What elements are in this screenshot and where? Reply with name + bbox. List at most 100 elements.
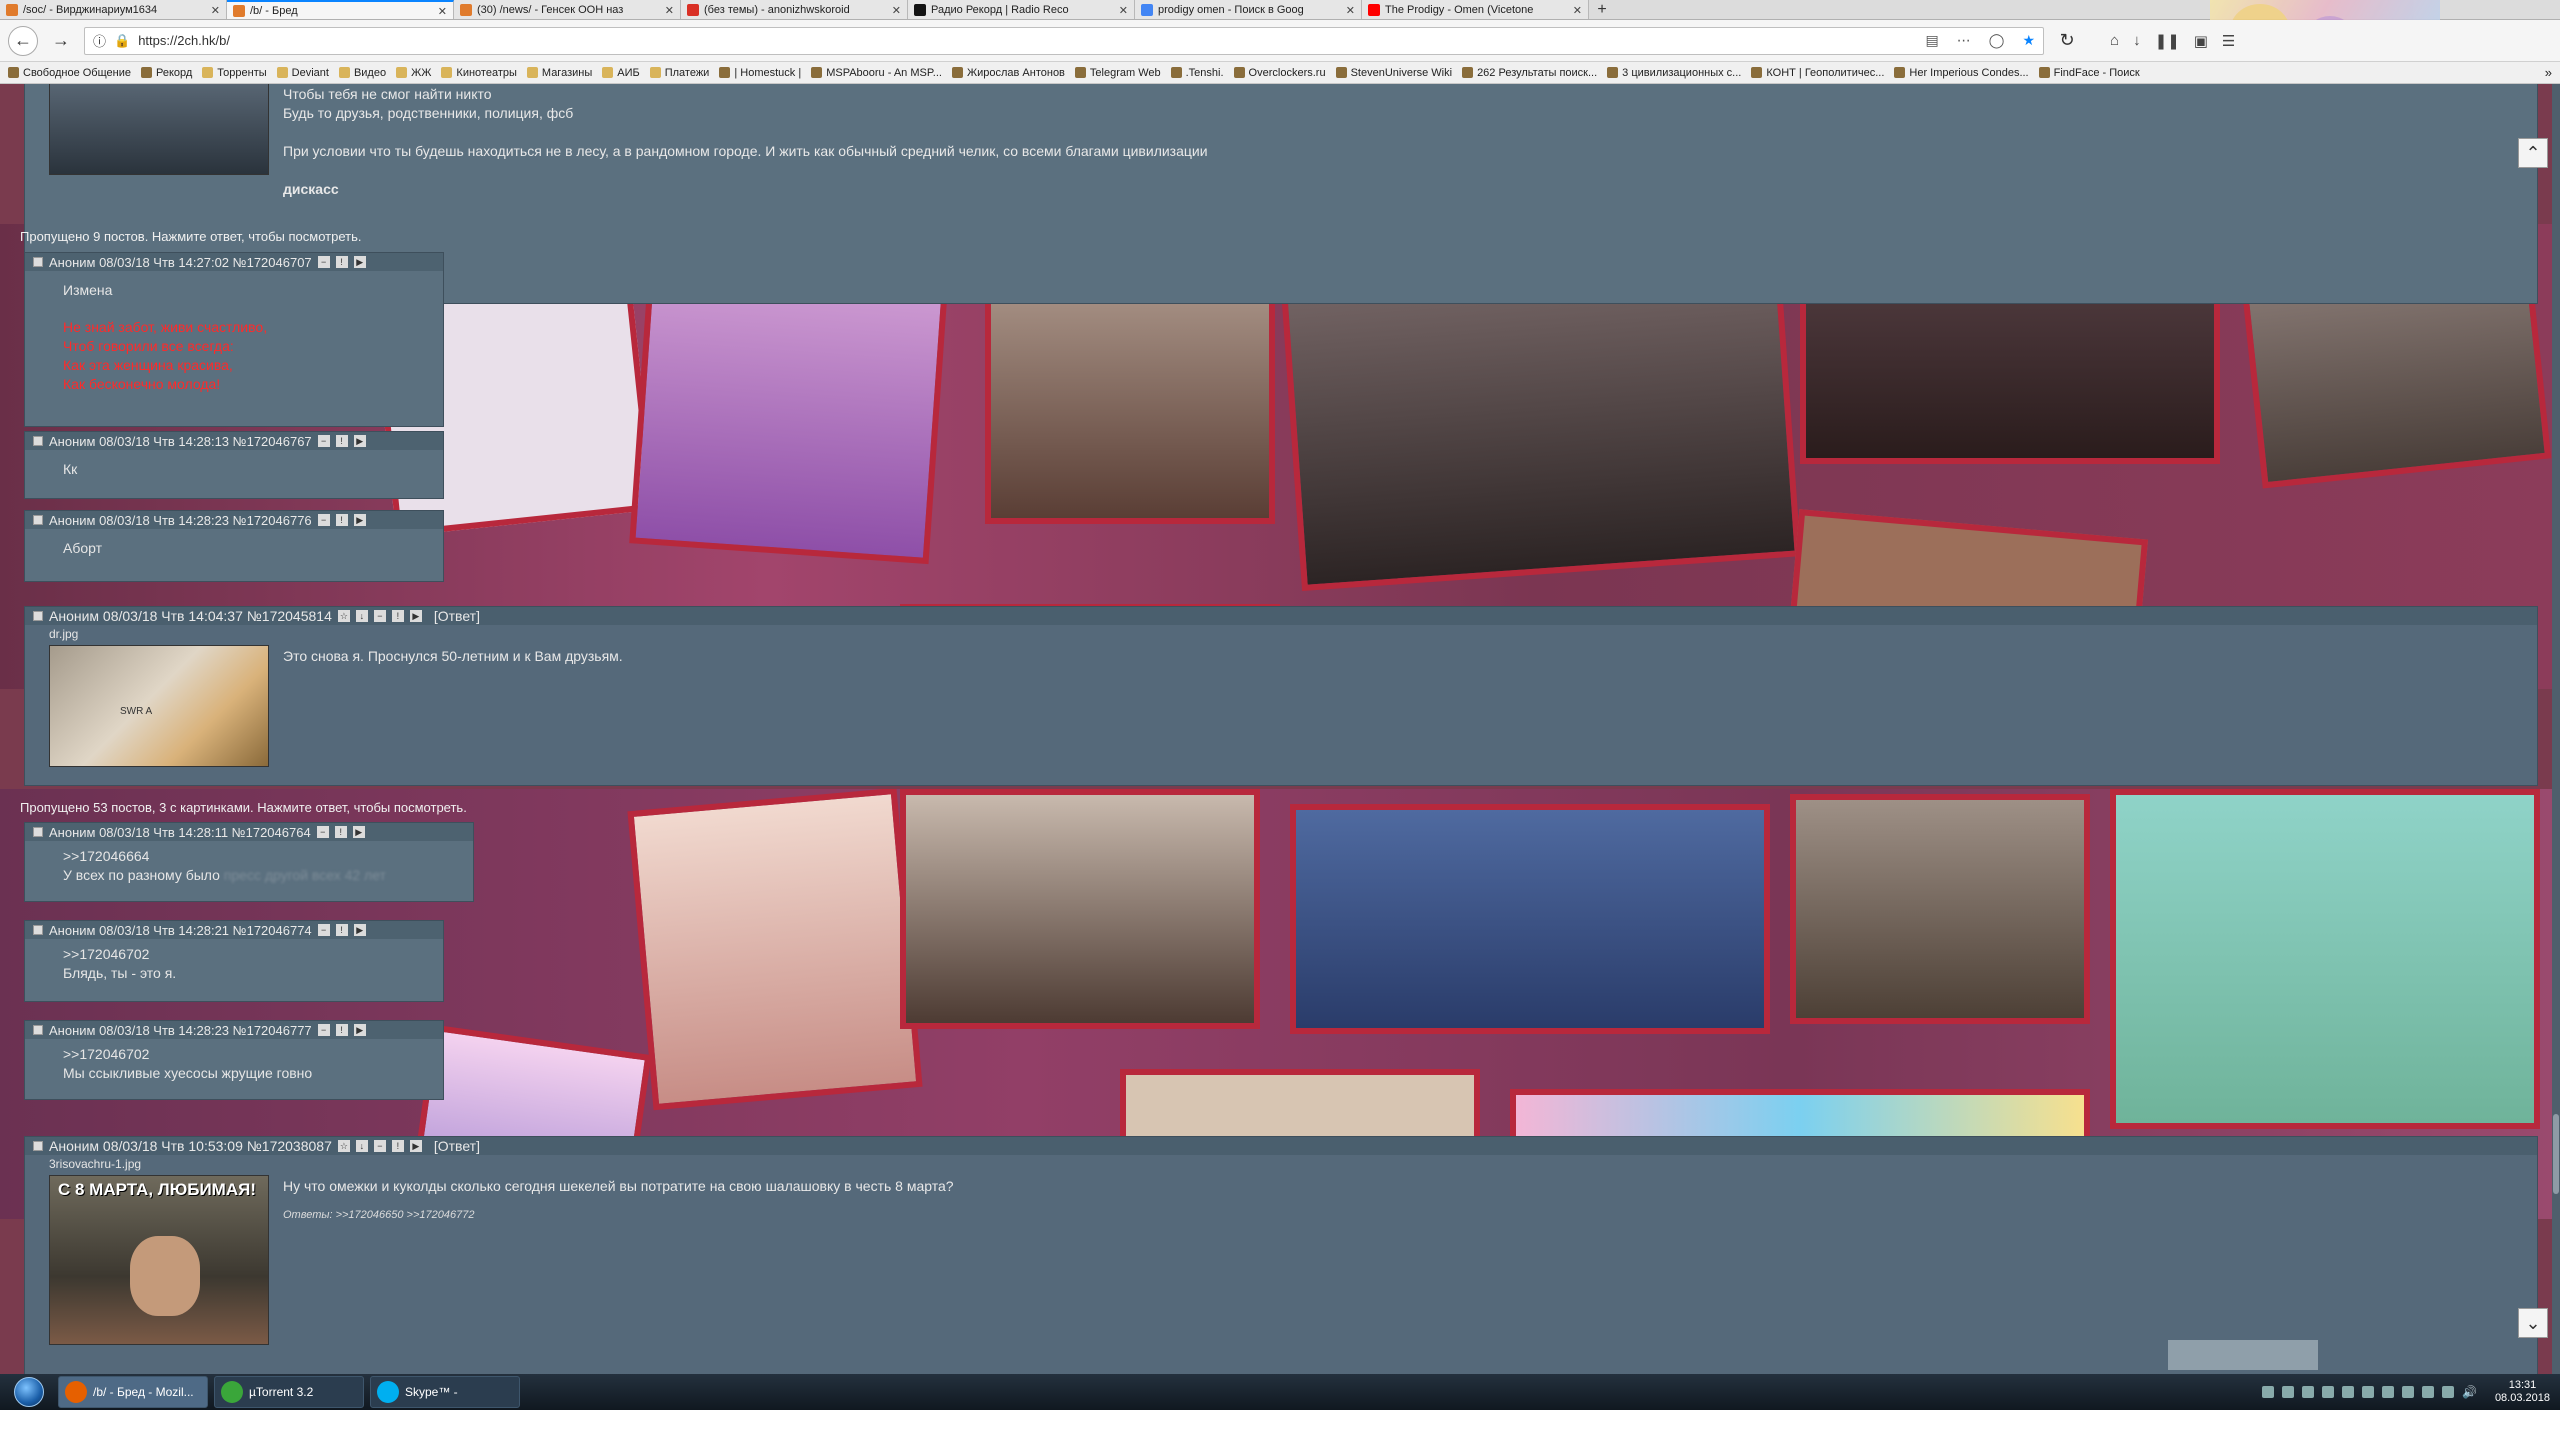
url-text[interactable]: https://2ch.hk/b/ bbox=[138, 33, 1917, 48]
bookmark-folder[interactable]: Видео bbox=[338, 67, 386, 79]
bookmark-folder[interactable]: Кинотеатры bbox=[441, 67, 517, 79]
tray-icon[interactable] bbox=[2361, 1386, 2374, 1398]
favorite-star-icon[interactable]: ☆ bbox=[337, 610, 350, 622]
browser-tab[interactable]: The Prodigy - Omen (Vicetone ✕ bbox=[1362, 0, 1589, 19]
expand-icon[interactable]: ▶ bbox=[352, 826, 365, 838]
reply-quote-link[interactable]: >>172046702 bbox=[63, 945, 443, 964]
bookmarks-overflow-icon[interactable]: » bbox=[2545, 65, 2552, 80]
hide-icon[interactable]: − bbox=[317, 435, 330, 447]
attachment-filename[interactable]: dr.jpg bbox=[49, 627, 78, 641]
taskbar-task[interactable]: Skype™ - bbox=[370, 1376, 520, 1408]
omitted-posts-notice[interactable]: Пропущено 53 постов, 3 с картинками. Наж… bbox=[20, 800, 467, 815]
reply-quote-link[interactable]: >>172046702 bbox=[63, 1045, 443, 1064]
download-icon[interactable]: ↓ bbox=[2133, 32, 2141, 50]
post-thumbnail[interactable] bbox=[49, 84, 269, 175]
hide-icon[interactable]: − bbox=[317, 256, 330, 268]
attachment-filename[interactable]: 3risovachru-1.jpg bbox=[49, 1157, 141, 1171]
report-icon[interactable]: ! bbox=[391, 610, 404, 622]
menu-icon[interactable]: ☰ bbox=[2222, 32, 2235, 50]
post-checkbox[interactable] bbox=[33, 925, 43, 935]
post-header-text[interactable]: Аноним 08/03/18 Чтв 14:28:13 №172046767 bbox=[49, 434, 312, 449]
bookmark-folder[interactable]: Deviant bbox=[276, 67, 329, 79]
report-icon[interactable]: ! bbox=[334, 826, 347, 838]
expand-icon[interactable]: ▶ bbox=[353, 514, 366, 526]
reader-view-icon[interactable]: ▤ bbox=[1926, 32, 1939, 49]
close-tab-icon[interactable]: ✕ bbox=[211, 4, 220, 17]
report-icon[interactable]: ! bbox=[335, 435, 348, 447]
bookmark-item[interactable]: КОНТ | Геополитичес... bbox=[1751, 67, 1884, 79]
taskbar-task[interactable]: /b/ - Бред - Mozil... bbox=[58, 1376, 208, 1408]
browser-tab[interactable]: /soc/ - Вирджинариум1634 ✕ bbox=[0, 0, 227, 19]
post-header-text[interactable]: Аноним 08/03/18 Чтв 10:53:09 №172038087 bbox=[49, 1138, 332, 1154]
bookmark-item[interactable]: Рекорд bbox=[140, 67, 192, 79]
reply-link[interactable]: [Ответ] bbox=[434, 1138, 480, 1154]
spoiler-text[interactable]: пресс другой всех 42 лет bbox=[224, 867, 386, 883]
browser-tab[interactable]: prodigy omen - Поиск в Goog ✕ bbox=[1135, 0, 1362, 19]
start-button[interactable] bbox=[10, 1375, 48, 1409]
info-icon[interactable]: ⓘ bbox=[93, 31, 106, 50]
bookmark-item[interactable]: Свободное Общение bbox=[8, 67, 131, 79]
expand-icon[interactable]: ▶ bbox=[409, 1140, 422, 1152]
bookmark-item[interactable]: | Homestuck | bbox=[719, 67, 801, 79]
browser-tab[interactable]: Радио Рекорд | Radio Reco ✕ bbox=[908, 0, 1135, 19]
reload-button[interactable]: ↻ bbox=[2052, 26, 2082, 56]
reply-quote-link[interactable]: >>172046664 bbox=[63, 847, 473, 866]
volume-icon[interactable]: 🔊 bbox=[2462, 1385, 2477, 1399]
omitted-posts-notice[interactable]: Пропущено 9 постов. Нажмите ответ, чтобы… bbox=[20, 229, 361, 244]
taskbar-task[interactable]: µTorrent 3.2 bbox=[214, 1376, 364, 1408]
home-icon[interactable]: ⌂ bbox=[2110, 32, 2119, 50]
bookmark-item[interactable]: 3 цивилизационных с... bbox=[1607, 67, 1741, 79]
bookmark-item[interactable]: Жирослав Антонов bbox=[951, 67, 1065, 79]
new-tab-button[interactable]: + bbox=[1589, 0, 1615, 19]
tray-icon[interactable] bbox=[2301, 1386, 2314, 1398]
tray-icon[interactable] bbox=[2381, 1386, 2394, 1398]
post-checkbox[interactable] bbox=[33, 515, 43, 525]
post-thumbnail[interactable]: SWR A bbox=[49, 645, 269, 767]
expand-icon[interactable]: ▶ bbox=[353, 256, 366, 268]
hide-icon[interactable]: − bbox=[317, 1024, 330, 1036]
bookmark-star-icon[interactable]: ★ bbox=[2022, 32, 2035, 49]
back-button[interactable]: ← bbox=[8, 25, 38, 56]
bookmark-item[interactable]: StevenUniverse Wiki bbox=[1335, 67, 1452, 79]
bookmark-item[interactable]: Overclockers.ru bbox=[1233, 67, 1326, 79]
browser-tab[interactable]: (без темы) - anonizhwskoroid ✕ bbox=[681, 0, 908, 19]
bookmark-folder[interactable]: Торренты bbox=[202, 67, 267, 79]
page-scrollbar[interactable] bbox=[2552, 84, 2560, 1374]
post-checkbox[interactable] bbox=[33, 436, 43, 446]
post-header-text[interactable]: Аноним 08/03/18 Чтв 14:28:21 №172046774 bbox=[49, 923, 312, 938]
post-header-text[interactable]: Аноним 08/03/18 Чтв 14:27:02 №172046707 bbox=[49, 255, 312, 270]
post-header-text[interactable]: Аноним 08/03/18 Чтв 14:04:37 №172045814 bbox=[49, 608, 332, 624]
pocket-icon[interactable]: ◯ bbox=[1989, 32, 2005, 49]
bookmark-item[interactable]: .Tenshi. bbox=[1170, 67, 1224, 79]
post-header-text[interactable]: Аноним 08/03/18 Чтв 14:28:11 №172046764 bbox=[49, 825, 311, 840]
download-icon[interactable]: ↓ bbox=[355, 1140, 368, 1152]
bookmark-folder[interactable]: Магазины bbox=[526, 67, 592, 79]
tray-icon[interactable] bbox=[2281, 1386, 2294, 1398]
hide-icon[interactable]: − bbox=[317, 514, 330, 526]
post-checkbox[interactable] bbox=[33, 1025, 43, 1035]
tray-icon[interactable] bbox=[2261, 1386, 2274, 1398]
close-tab-icon[interactable]: ✕ bbox=[892, 4, 901, 17]
post-header-text[interactable]: Аноним 08/03/18 Чтв 14:28:23 №172046777 bbox=[49, 1023, 312, 1038]
bookmark-folder[interactable]: Платежи bbox=[649, 67, 709, 79]
report-icon[interactable]: ! bbox=[335, 924, 348, 936]
favorite-star-icon[interactable]: ☆ bbox=[337, 1140, 350, 1152]
tray-icon[interactable] bbox=[2401, 1386, 2414, 1398]
expand-icon[interactable]: ▶ bbox=[353, 435, 366, 447]
post-checkbox[interactable] bbox=[33, 1141, 43, 1151]
tray-icon[interactable] bbox=[2341, 1386, 2354, 1398]
tray-icon[interactable] bbox=[2321, 1386, 2334, 1398]
bookmark-item[interactable]: 262 Результаты поиск... bbox=[1462, 67, 1597, 79]
bookmark-folder[interactable]: ЖЖ bbox=[396, 67, 431, 79]
close-tab-icon[interactable]: ✕ bbox=[1346, 4, 1355, 17]
page-actions-icon[interactable]: ⋯ bbox=[1957, 32, 1971, 49]
bookmark-folder[interactable]: АИБ bbox=[602, 67, 640, 79]
hide-icon[interactable]: − bbox=[317, 924, 330, 936]
expand-icon[interactable]: ▶ bbox=[353, 924, 366, 936]
bookmark-item[interactable]: MSPAbooru - An MSP... bbox=[811, 67, 942, 79]
browser-tab[interactable]: /b/ - Бред ✕ bbox=[227, 0, 454, 19]
hide-icon[interactable]: − bbox=[373, 1140, 386, 1152]
tray-icon[interactable] bbox=[2421, 1386, 2434, 1398]
scroll-up-button[interactable]: ⌃ bbox=[2518, 138, 2548, 168]
floating-reply-box[interactable] bbox=[2168, 1340, 2318, 1370]
